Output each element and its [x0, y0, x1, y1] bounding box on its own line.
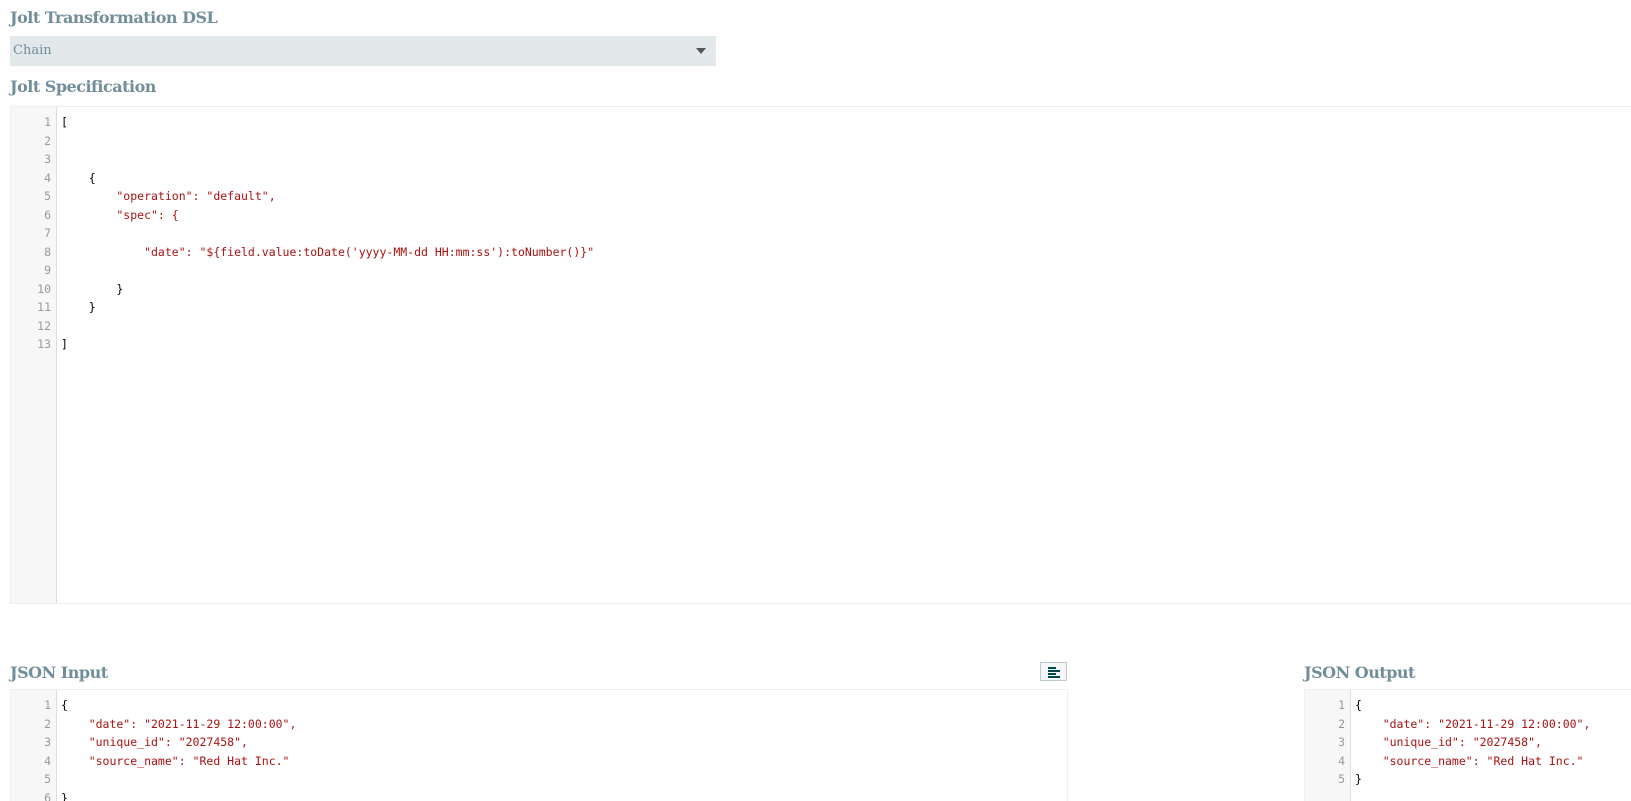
code-text: "spec": {	[61, 207, 179, 222]
code-line: 3 "unique_id": "2027458",	[11, 733, 1067, 752]
code-line: 9	[11, 261, 1631, 280]
output-heading: JSON Output	[1304, 663, 1415, 682]
code-line: 3 "unique_id": "2027458",	[1305, 733, 1631, 752]
line-number: 9	[44, 263, 51, 277]
line-number: 5	[1338, 772, 1345, 786]
line-number: 8	[44, 244, 51, 259]
dsl-selected-value: Chain	[13, 43, 52, 58]
code-line: 2	[11, 132, 1631, 151]
code-line: 6 "spec": {	[11, 206, 1631, 225]
code-line: 12	[11, 317, 1631, 336]
code-text: {	[1355, 698, 1362, 712]
line-number: 12	[37, 318, 51, 333]
code-text: "unique_id": "2027458",	[61, 735, 248, 749]
line-number: 5	[44, 772, 51, 786]
code-line: 11 }	[11, 298, 1631, 317]
spec-editor[interactable]: 1[2 3 4 {5 "operation": "default", 6 "spec"…	[10, 106, 1631, 604]
line-number: 4	[44, 170, 51, 185]
line-number: 2	[1338, 716, 1345, 731]
line-number: 1	[1338, 698, 1345, 712]
line-number: 4	[44, 753, 51, 768]
code-line: 5	[11, 770, 1067, 789]
code-text: {	[61, 170, 96, 185]
code-line: 6}	[11, 789, 1067, 801]
code-text: "date": "2021-11-29 12:00:00",	[61, 716, 297, 731]
code-line: 2 "date": "2021-11-29 12:00:00",	[11, 715, 1067, 734]
code-line: 1{	[11, 696, 1067, 715]
line-number: 6	[44, 790, 51, 801]
code-line: 13]	[11, 335, 1631, 354]
code-text: [	[61, 115, 68, 129]
dsl-heading: Jolt Transformation DSL	[10, 8, 218, 27]
code-line: 4 "source_name": "Red Hat Inc."	[11, 752, 1067, 771]
code-text: "unique_id": "2027458",	[1355, 735, 1542, 749]
format-json-button[interactable]	[1040, 662, 1067, 681]
line-number: 3	[44, 152, 51, 166]
code-text: "date": "${field.value:toDate('yyyy-MM-d…	[61, 244, 595, 259]
line-number: 2	[44, 133, 51, 148]
spec-heading: Jolt Specification	[10, 77, 156, 96]
code-text: {	[61, 698, 68, 712]
line-number: 3	[44, 735, 51, 749]
code-line: 3	[11, 150, 1631, 169]
code-text: }	[61, 300, 96, 314]
output-editor: 1{2 "date": "2021-11-29 12:00:00", 3 "uni…	[1304, 689, 1631, 801]
code-text: }	[1355, 772, 1362, 786]
line-number: 5	[44, 189, 51, 203]
line-number: 1	[44, 698, 51, 712]
line-number: 1	[44, 115, 51, 129]
code-line: 5}	[1305, 770, 1631, 789]
line-number: 6	[44, 207, 51, 222]
code-line: 7	[11, 224, 1631, 243]
code-text: }	[61, 281, 124, 296]
code-text: "source_name": "Red Hat Inc."	[1355, 753, 1584, 768]
code-line: 2 "date": "2021-11-29 12:00:00",	[1305, 715, 1631, 734]
line-number: 13	[37, 337, 51, 351]
code-line: 1[	[11, 113, 1631, 132]
code-line: 10 }	[11, 280, 1631, 299]
code-line: 5 "operation": "default",	[11, 187, 1631, 206]
code-text: "source_name": "Red Hat Inc."	[61, 753, 290, 768]
input-heading: JSON Input	[10, 663, 108, 682]
code-line: 4 "source_name": "Red Hat Inc."	[1305, 752, 1631, 771]
code-text: ]	[61, 337, 68, 351]
line-number: 2	[44, 716, 51, 731]
line-number: 7	[44, 226, 51, 240]
dsl-select[interactable]: Chain	[10, 36, 716, 66]
line-number: 4	[1338, 753, 1345, 768]
code-line: 1{	[1305, 696, 1631, 715]
code-line: 8 "date": "${field.value:toDate('yyyy-MM…	[11, 243, 1631, 262]
line-number: 11	[37, 300, 51, 314]
code-text: }	[61, 790, 68, 801]
code-text: "date": "2021-11-29 12:00:00",	[1355, 716, 1591, 731]
code-text: "operation": "default",	[61, 189, 276, 203]
code-line: 4 {	[11, 169, 1631, 188]
input-editor[interactable]: 1{2 "date": "2021-11-29 12:00:00", 3 "uni…	[10, 689, 1068, 801]
line-number: 3	[1338, 735, 1345, 749]
line-number: 10	[37, 281, 51, 296]
chevron-down-icon	[696, 48, 706, 54]
